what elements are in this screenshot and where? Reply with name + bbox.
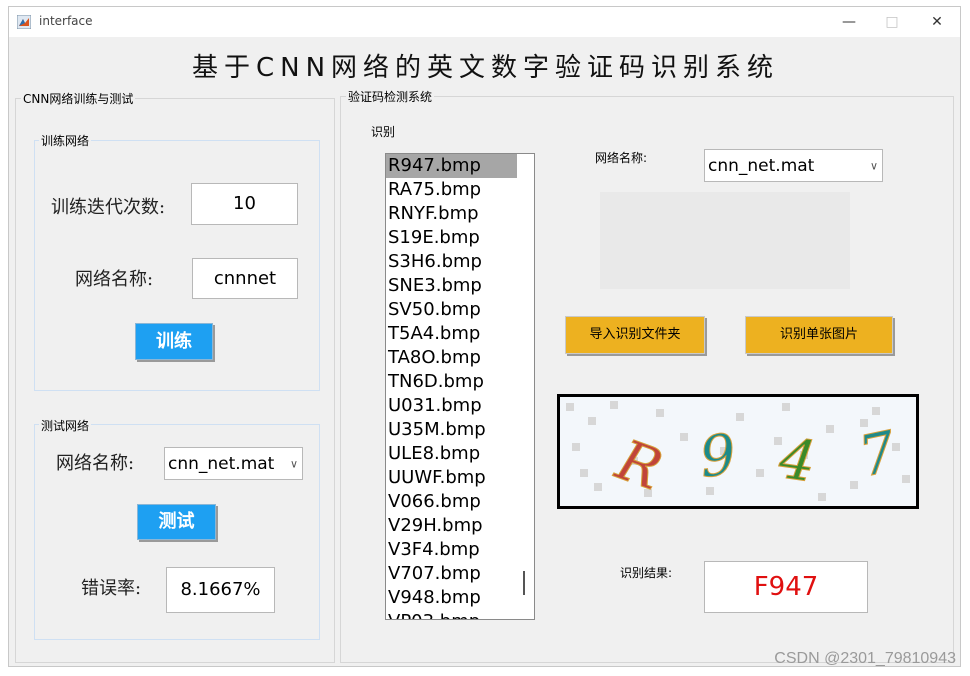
list-item[interactable]: V707.bmp bbox=[386, 562, 534, 586]
captcha-noise: R947 bbox=[566, 401, 910, 504]
list-item[interactable]: R947.bmp bbox=[386, 154, 517, 178]
captcha-char: 4 bbox=[774, 426, 819, 495]
list-item[interactable]: S3H6.bmp bbox=[386, 250, 534, 274]
train-net-name-label: 网络名称: bbox=[75, 269, 154, 290]
error-rate-value: 8.1667% bbox=[166, 567, 275, 613]
recognize-single-button[interactable]: 识别单张图片 bbox=[745, 316, 893, 354]
list-item[interactable]: VP03.bmp bbox=[386, 610, 534, 619]
train-button[interactable]: 训练 bbox=[135, 323, 213, 360]
iterations-label: 训练迭代次数: bbox=[51, 197, 166, 218]
captcha-char: 7 bbox=[854, 419, 903, 490]
file-list: R947.bmp RA75.bmp RNYF.bmp S19E.bmp S3H6.bmp… bbox=[386, 154, 534, 619]
train-net-name-input[interactable]: cnnnet bbox=[192, 258, 298, 299]
list-item[interactable]: V3F4.bmp bbox=[386, 538, 534, 562]
chevron-down-icon: ∨ bbox=[869, 159, 878, 172]
captcha-char: R bbox=[607, 428, 670, 504]
app-window: interface — □ ✕ 基于CNN网络的英文数字验证码识别系统 CNN网… bbox=[8, 6, 961, 667]
list-scrollbar[interactable] bbox=[517, 154, 534, 619]
scrollbar-thumb[interactable] bbox=[523, 571, 525, 595]
list-item[interactable]: U031.bmp bbox=[386, 394, 534, 418]
train-group-label: 训练网络 bbox=[39, 132, 92, 149]
list-item[interactable]: TA8O.bmp bbox=[386, 346, 534, 370]
detect-net-select-value: cnn_net.mat bbox=[708, 155, 815, 176]
list-item[interactable]: SNE3.bmp bbox=[386, 274, 534, 298]
test-net-select[interactable]: cnn_net.mat ∨ bbox=[164, 447, 303, 480]
detect-net-name-label: 网络名称: bbox=[593, 149, 650, 166]
result-label: 识别结果: bbox=[618, 564, 675, 581]
list-item[interactable]: V29H.bmp bbox=[386, 514, 534, 538]
file-listbox[interactable]: R947.bmp RA75.bmp RNYF.bmp S19E.bmp S3H6.bmp… bbox=[385, 153, 535, 620]
list-item[interactable]: SV50.bmp bbox=[386, 298, 534, 322]
close-icon[interactable]: ✕ bbox=[927, 12, 947, 32]
list-item[interactable]: T5A4.bmp bbox=[386, 322, 534, 346]
test-net-name-label: 网络名称: bbox=[56, 453, 135, 474]
preview-placeholder bbox=[600, 192, 850, 289]
chevron-down-icon: ∨ bbox=[289, 457, 298, 470]
detect-panel-label: 验证码检测系统 bbox=[346, 88, 435, 105]
list-item[interactable]: S19E.bmp bbox=[386, 226, 534, 250]
recognize-label: 识别 bbox=[369, 123, 398, 140]
title-bar: interface — □ ✕ bbox=[9, 7, 960, 37]
list-item[interactable]: RNYF.bmp bbox=[386, 202, 534, 226]
list-item[interactable]: RA75.bmp bbox=[386, 178, 534, 202]
list-item[interactable]: UUWF.bmp bbox=[386, 466, 534, 490]
test-net-select-value: cnn_net.mat bbox=[168, 453, 275, 474]
watermark: CSDN @2301_79810943 bbox=[774, 650, 956, 667]
train-test-panel-label: CNN网络训练与测试 bbox=[21, 90, 136, 107]
list-item[interactable]: TN6D.bmp bbox=[386, 370, 534, 394]
error-rate-label: 错误率: bbox=[81, 578, 142, 599]
result-value: F947 bbox=[704, 561, 868, 613]
detect-net-select[interactable]: cnn_net.mat ∨ bbox=[704, 149, 883, 182]
matlab-icon bbox=[17, 15, 31, 29]
page-title: 基于CNN网络的英文数字验证码识别系统 bbox=[191, 53, 780, 83]
list-item[interactable]: V948.bmp bbox=[386, 586, 534, 610]
test-group-label: 测试网络 bbox=[39, 417, 92, 434]
window-title: interface bbox=[39, 14, 93, 28]
maximize-icon[interactable]: □ bbox=[882, 12, 902, 32]
minimize-icon[interactable]: — bbox=[839, 12, 859, 32]
list-item[interactable]: U35M.bmp bbox=[386, 418, 534, 442]
list-item[interactable]: V066.bmp bbox=[386, 490, 534, 514]
test-button[interactable]: 测试 bbox=[137, 504, 216, 540]
list-item[interactable]: ULE8.bmp bbox=[386, 442, 534, 466]
import-folder-button[interactable]: 导入识别文件夹 bbox=[565, 316, 705, 354]
captcha-char: 9 bbox=[697, 422, 739, 490]
captcha-image: R947 bbox=[557, 394, 919, 509]
iterations-input[interactable]: 10 bbox=[191, 183, 298, 225]
